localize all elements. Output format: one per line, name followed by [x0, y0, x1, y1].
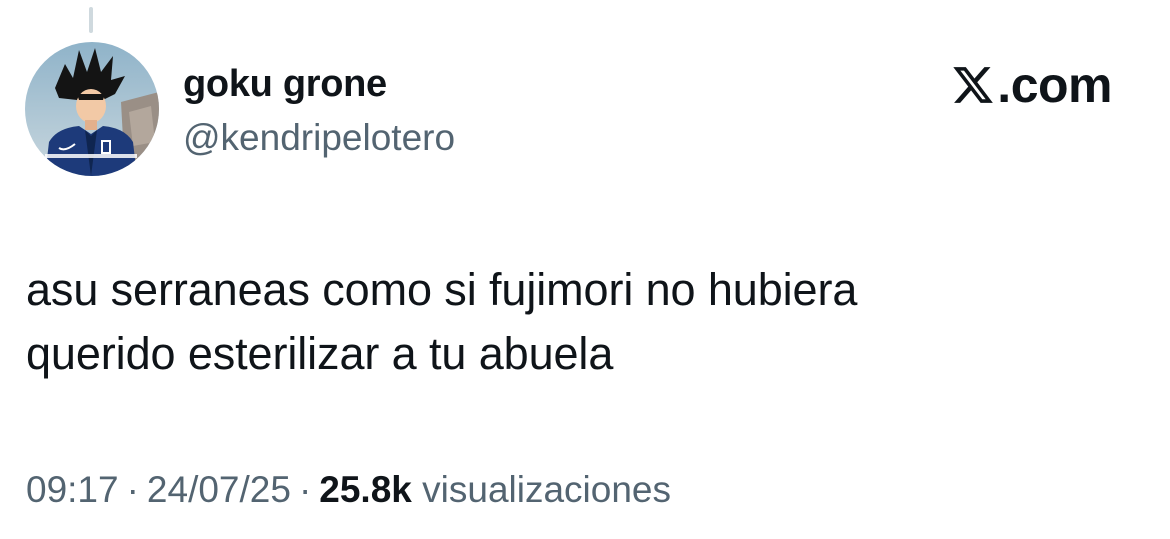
x-brand-watermark: .com: [951, 58, 1112, 112]
display-name[interactable]: goku grone: [183, 62, 387, 106]
separator-dot: ·: [298, 469, 312, 510]
brand-domain-text: .com: [997, 57, 1112, 113]
tweet-meta: 09:17 · 24/07/25 · 25.8k visualizaciones: [26, 466, 671, 514]
avatar[interactable]: [25, 42, 159, 176]
views-count[interactable]: 25.8k: [319, 469, 412, 510]
separator-dot: ·: [126, 469, 139, 510]
views-label: visualizaciones: [422, 469, 672, 510]
tweet-text-line: querido esterilizar a tu abuela: [26, 328, 614, 379]
tweet-text: asu serraneas como si fujimori no hubier…: [26, 258, 857, 386]
thread-connector-line: [89, 7, 93, 33]
tweet-time[interactable]: 09:17: [26, 469, 119, 510]
tweet-text-line: asu serraneas como si fujimori no hubier…: [26, 264, 858, 315]
tweet-date[interactable]: 24/07/25: [147, 469, 291, 510]
x-logo-icon: [953, 67, 994, 103]
user-handle[interactable]: @kendripelotero: [183, 116, 455, 160]
